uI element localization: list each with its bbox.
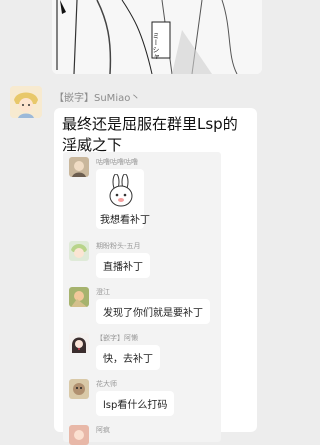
avatar [69,157,89,177]
message-text: 我想看补丁 [100,215,150,226]
avatar [69,333,89,353]
forwarded-chat-record[interactable]: 咕噜咕噜咕噜 我想看补丁 期盼粉头-五月 直播补丁 澄江 发现了你们就是要补丁 … [63,152,221,445]
bunny-sticker-icon [109,174,133,207]
avatar [69,241,89,261]
main-message-bubble[interactable]: 最终还是屈服在群里Lsp的淫威之下 咕噜咕噜咕噜 我想看补丁 期盼粉头-五月 直… [54,108,257,445]
avatar [69,425,89,445]
member-name: 【嵌字】阿懒 [96,334,138,342]
message-bubble: lsp看什么打码 [96,391,175,416]
message-bubble: 我想看补丁 [96,169,150,229]
manga-caption: ミーシャ [152,32,160,60]
message-bubble: 直播补丁 [96,253,150,278]
manga-panel-image: ミーシャ [52,0,262,74]
message-text: 最终还是屈服在群里Lsp的淫威之下 [62,115,238,154]
member-name: 期盼粉头-五月 [96,242,141,250]
member-name: 咕噜咕噜咕噜 [96,158,138,166]
member-name: 阿疯 [96,426,110,434]
avatar [69,287,89,307]
avatar [69,379,89,399]
sender-avatar[interactable] [10,86,42,118]
message-bubble: 发现了你们就是要补丁 [96,299,210,324]
sender-name: 【嵌字】SuMiao丶 [54,93,141,104]
message-bubble: 快，去补丁 [96,345,160,370]
previous-image-message[interactable]: ミーシャ [52,0,262,74]
member-name: 花大师 [96,380,117,388]
member-name: 澄江 [96,288,110,296]
